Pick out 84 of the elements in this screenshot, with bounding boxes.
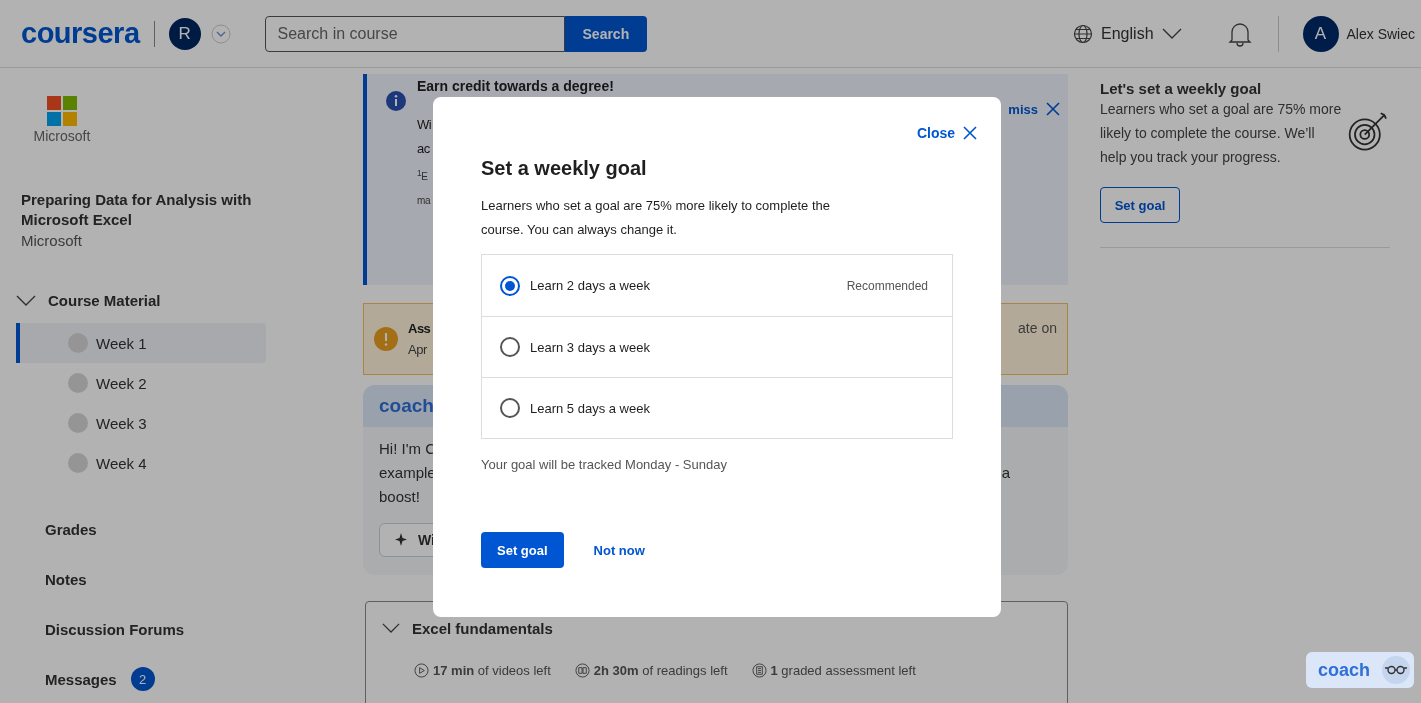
partner-avatar[interactable]: R: [168, 17, 201, 50]
week-item[interactable]: Week 2: [16, 363, 266, 403]
glasses-icon: [1381, 655, 1411, 685]
radio-button[interactable]: [500, 398, 520, 418]
week-label: Week 1: [96, 334, 147, 352]
week-item[interactable]: Week 1: [16, 323, 266, 363]
banner-footnote: ma: [417, 194, 431, 209]
progress-dot: [68, 413, 88, 433]
coach-logo: coach: [379, 395, 434, 417]
module-stat: 17 min of videos left: [433, 663, 551, 678]
goal-title: Let's set a weekly goal: [1100, 80, 1263, 97]
nav-link[interactable]: Notes: [45, 569, 363, 589]
module-stat: 2h 30m of readings left: [593, 663, 728, 678]
partner-logo-icon: [47, 96, 77, 126]
user-avatar[interactable]: A: [1302, 15, 1339, 52]
close-button[interactable]: Close: [916, 125, 977, 141]
dialog-description: Learners who set a goal are 75% more likely to complete the course. You can always change it.: [481, 197, 832, 239]
week-label: Week 2: [96, 374, 147, 392]
week-item[interactable]: Week 4: [16, 443, 266, 483]
goal-text: Learners who set a goal are 75% more likely to complete the course. We’ll help you track your progress.: [1100, 100, 1342, 167]
coach-text: boost!: [379, 487, 420, 507]
progress-dot: [68, 453, 88, 473]
chevron-down-icon: [1161, 27, 1182, 40]
partner-logo-text: Microsoft: [33, 128, 91, 144]
warning-text: ate on: [1018, 320, 1057, 336]
nav-link[interactable]: Discussion Forums: [45, 619, 363, 639]
bell-icon: [1227, 20, 1252, 47]
coach-text: a: [1001, 463, 1010, 483]
course-partner: Microsoft: [21, 232, 83, 249]
option-label: Learn 3 days a week: [530, 339, 651, 355]
banner-text: Wi: [417, 116, 432, 134]
nav-link[interactable]: Messages 2: [45, 669, 363, 689]
radio-button[interactable]: [500, 275, 520, 296]
radio-button[interactable]: [500, 337, 520, 357]
module-toggle[interactable]: Excel fundamentals: [382, 620, 1051, 637]
week-item[interactable]: Week 3: [16, 403, 266, 443]
play-icon: [414, 663, 429, 678]
search-field[interactable]: Search in course: [264, 15, 565, 52]
not-now-button[interactable]: Not now: [587, 541, 651, 559]
notifications-button[interactable]: [1227, 20, 1252, 47]
checklist-icon: [751, 663, 767, 678]
globe-icon: [1073, 23, 1094, 44]
info-icon: [385, 90, 407, 112]
user-name[interactable]: Alex Swiec: [1346, 25, 1415, 42]
tracking-note: Your goal will be tracked Monday - Sunday: [481, 457, 728, 472]
recommended-tag: Recommended: [846, 278, 928, 293]
goal-option[interactable]: Learn 3 days a week: [482, 316, 952, 377]
warning-icon: [374, 327, 398, 351]
nav-link[interactable]: Grades: [45, 519, 363, 539]
progress-dot: [68, 333, 88, 353]
chevron-down-icon: [382, 623, 400, 634]
week-label: Week 3: [96, 414, 147, 432]
banner-footnote: $^{1}$E: [417, 167, 428, 185]
nav-label: Grades: [45, 520, 97, 538]
set-goal-button[interactable]: Set goal: [481, 532, 564, 568]
coach-text: example: [379, 463, 436, 483]
search-button[interactable]: Search: [564, 15, 648, 52]
option-label: Learn 2 days a week: [530, 278, 651, 293]
count-badge: 2: [130, 667, 155, 691]
section-toggle[interactable]: Course Material: [16, 292, 363, 309]
progress-dot: [68, 373, 88, 393]
goal-option[interactable]: Learn 2 days a week Recommended: [482, 255, 952, 316]
nav-label: Discussion Forums: [45, 620, 185, 638]
language-selector[interactable]: English: [1067, 22, 1188, 45]
chevron-down-icon: [16, 294, 36, 307]
module-stat: 1 graded assessment left: [770, 663, 916, 678]
option-label: Learn 5 days a week: [530, 400, 651, 416]
dismiss-link[interactable]: miss: [1008, 102, 1060, 118]
dialog-title: Set a weekly goal: [481, 157, 648, 180]
nav-label: Messages: [45, 670, 117, 688]
goal-option[interactable]: Learn 5 days a week: [482, 377, 952, 438]
banner-text: ac: [417, 140, 430, 158]
week-label: Week 4: [96, 454, 147, 472]
nav-label: Notes: [45, 570, 87, 588]
warning-title: Ass: [408, 321, 431, 336]
set-goal-button[interactable]: Set goal: [1100, 187, 1180, 223]
logo[interactable]: coursera: [21, 17, 140, 50]
close-icon: [1046, 102, 1060, 116]
book-icon: [574, 663, 590, 678]
warning-text: Apr: [408, 342, 427, 357]
close-icon: [963, 126, 977, 140]
coach-button[interactable]: coach: [1306, 652, 1414, 688]
banner-title: Earn credit towards a degree!: [417, 78, 614, 94]
course-title: Preparing Data for Analysis with Microsoft Excel: [21, 190, 253, 230]
